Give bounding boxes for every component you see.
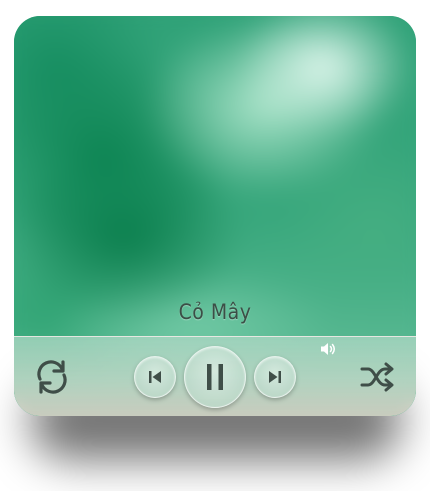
shuffle-button[interactable] bbox=[359, 359, 395, 395]
title-area: Cỏ Mây bbox=[14, 300, 416, 324]
skip-next-icon bbox=[269, 371, 281, 383]
next-button[interactable] bbox=[254, 356, 296, 398]
app-stage: Cỏ Mây bbox=[0, 0, 430, 491]
repeat-icon bbox=[37, 360, 67, 394]
repeat-button[interactable] bbox=[32, 357, 72, 397]
previous-button[interactable] bbox=[134, 356, 176, 398]
pause-icon bbox=[207, 364, 223, 390]
music-player: Cỏ Mây bbox=[14, 16, 416, 416]
song-title: Cỏ Mây bbox=[178, 300, 252, 324]
shuffle-icon bbox=[360, 362, 394, 392]
play-pause-button[interactable] bbox=[184, 346, 246, 408]
skip-previous-icon bbox=[149, 371, 161, 383]
controls-bar bbox=[14, 336, 416, 416]
volume-icon[interactable] bbox=[319, 341, 337, 357]
